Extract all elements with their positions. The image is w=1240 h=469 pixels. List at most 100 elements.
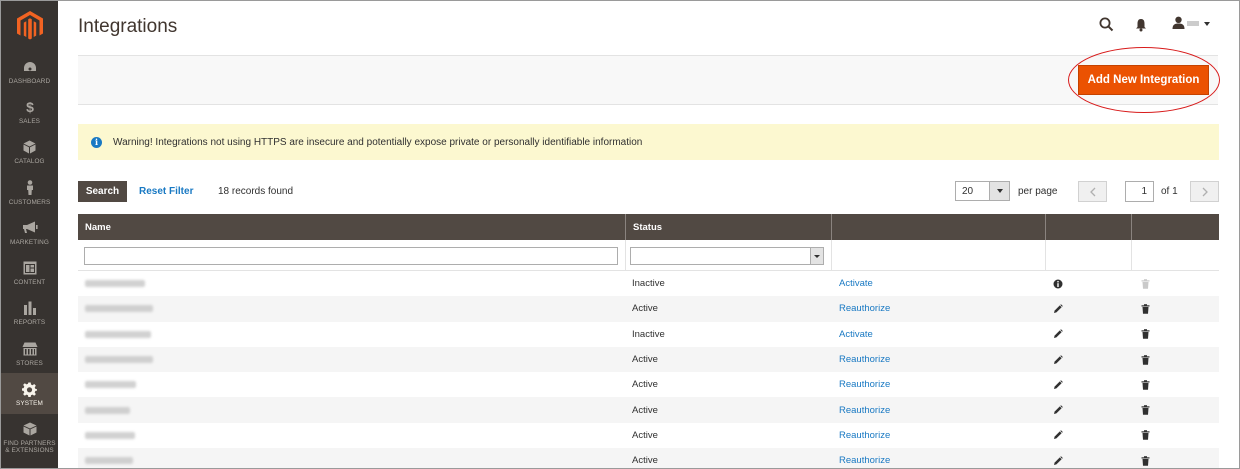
trash-icon[interactable] — [1141, 405, 1150, 415]
reauthorize-link[interactable]: Reauthorize — [839, 405, 890, 416]
per-page-select[interactable]: 20 — [955, 181, 1010, 201]
integration-name-cell — [78, 271, 626, 296]
integration-name-cell — [78, 448, 626, 469]
pencil-icon[interactable] — [1053, 329, 1063, 339]
bar-chart-icon — [23, 299, 37, 317]
activate-link[interactable]: Activate — [839, 329, 873, 340]
box-icon — [23, 420, 37, 438]
trash-icon[interactable] — [1141, 354, 1150, 365]
sidebar-item-label: CATALOG — [14, 158, 45, 166]
table-row[interactable]: Active Reauthorize — [78, 397, 1219, 423]
chevron-left-icon — [1089, 187, 1095, 196]
integration-name-redacted — [85, 406, 130, 414]
sidebar-item-customers[interactable]: CUSTOMERS — [1, 172, 58, 212]
integration-name-cell — [78, 397, 626, 422]
trash-icon[interactable] — [1141, 329, 1150, 340]
search-icon[interactable] — [1099, 17, 1114, 35]
integration-name-redacted — [85, 381, 136, 389]
grid-body: Inactive Activate Active Reauthorize Inactiv… — [78, 271, 1219, 469]
integration-name-redacted — [85, 280, 145, 288]
info-icon[interactable] — [1053, 279, 1063, 289]
trash-icon — [1141, 278, 1150, 289]
warning-text: Warning! Integrations not using HTTPS ar… — [113, 136, 643, 148]
person-icon — [25, 179, 35, 197]
integration-name-cell — [78, 322, 626, 347]
chevron-down-icon[interactable] — [810, 248, 823, 264]
page-actions-bar — [78, 55, 1218, 105]
trash-icon[interactable] — [1141, 455, 1150, 466]
trash-icon[interactable] — [1141, 430, 1150, 441]
integration-name-cell — [78, 296, 626, 321]
status-cell: Active — [632, 455, 658, 467]
grid-header-row: Name Status — [78, 214, 1219, 240]
pencil-icon[interactable] — [1053, 405, 1063, 415]
table-row[interactable]: Active Reauthorize — [78, 296, 1219, 322]
table-row[interactable]: Active Reauthorize — [78, 372, 1219, 398]
sidebar-item-label: FIND PARTNERS & EXTENSIONS — [3, 439, 56, 454]
status-cell: Active — [632, 404, 658, 416]
table-row[interactable]: Active Reauthorize — [78, 422, 1219, 449]
megaphone-icon — [22, 219, 38, 237]
pencil-icon[interactable] — [1053, 380, 1063, 390]
per-page-label: per page — [1018, 186, 1058, 197]
user-account-icon[interactable] — [1172, 16, 1185, 32]
magento-logo[interactable] — [1, 1, 58, 51]
sidebar-item-label: CONTENT — [13, 279, 46, 287]
search-button[interactable]: Search — [78, 181, 127, 202]
pencil-icon[interactable] — [1053, 455, 1063, 466]
sidebar-item-label: MARKETING — [10, 238, 49, 246]
reauthorize-link[interactable]: Reauthorize — [839, 379, 890, 390]
status-cell: Inactive — [632, 278, 665, 290]
sidebar-item-content[interactable]: CONTENT — [1, 252, 58, 292]
sidebar-item-catalog[interactable]: CATALOG — [1, 132, 58, 172]
layout-icon — [23, 259, 37, 277]
previous-page-button[interactable] — [1078, 181, 1107, 202]
page-number-input[interactable]: 1 — [1125, 181, 1154, 202]
sidebar-item-reports[interactable]: REPORTS — [1, 293, 58, 333]
reauthorize-link[interactable]: Reauthorize — [839, 455, 890, 466]
sidebar-item-marketing[interactable]: MARKETING — [1, 212, 58, 252]
pencil-icon[interactable] — [1053, 304, 1063, 314]
table-row[interactable]: Inactive Activate — [78, 321, 1219, 347]
reauthorize-link[interactable]: Reauthorize — [839, 354, 890, 365]
table-row[interactable]: Active Reauthorize — [78, 346, 1219, 373]
integration-name-redacted — [85, 457, 133, 465]
integrations-grid: Name Status Inactive Activate Active Reauth… — [78, 214, 1219, 469]
pencil-icon[interactable] — [1053, 354, 1063, 365]
store-icon — [22, 340, 38, 358]
chevron-down-icon[interactable] — [989, 182, 1009, 200]
pencil-icon[interactable] — [1053, 430, 1063, 440]
trash-icon[interactable] — [1141, 304, 1150, 314]
column-header-status[interactable]: Status — [626, 214, 832, 240]
column-header-edit — [1046, 214, 1132, 240]
reset-filter-link[interactable]: Reset Filter — [139, 186, 193, 197]
trash-icon[interactable] — [1141, 380, 1150, 390]
sidebar-item-system[interactable]: SYSTEM — [1, 373, 58, 414]
table-row[interactable]: Active Reauthorize — [78, 448, 1219, 469]
sidebar-item-stores[interactable]: STORES — [1, 333, 58, 373]
chevron-down-icon[interactable] — [1204, 22, 1210, 26]
name-filter-input[interactable] — [84, 247, 618, 265]
integration-name-redacted — [85, 431, 135, 439]
sidebar-item-find-partners-extensions[interactable]: FIND PARTNERS & EXTENSIONS — [1, 414, 58, 460]
sidebar-item-dashboard[interactable]: DASHBOARD — [1, 51, 58, 91]
activate-link[interactable]: Activate — [839, 278, 873, 289]
sidebar-item-label: STORES — [16, 359, 43, 367]
column-header-name[interactable]: Name — [78, 214, 626, 240]
svg-text:$: $ — [26, 100, 34, 114]
status-filter-select[interactable] — [630, 247, 824, 265]
reauthorize-link[interactable]: Reauthorize — [839, 430, 890, 441]
table-row[interactable]: Inactive Activate — [78, 271, 1219, 297]
next-page-button[interactable] — [1190, 181, 1219, 202]
chevron-right-icon — [1202, 187, 1208, 196]
notifications-bell-icon[interactable] — [1135, 18, 1147, 35]
add-new-integration-button[interactable]: Add New Integration — [1078, 65, 1209, 95]
sidebar-item-sales[interactable]: $ SALES — [1, 91, 58, 131]
reauthorize-link[interactable]: Reauthorize — [839, 303, 890, 314]
admin-sidebar: DASHBOARD $ SALES CATALOG CUSTOMERS MARKETING… — [1, 1, 58, 468]
cube-icon — [23, 138, 36, 156]
per-page-value: 20 — [962, 186, 974, 197]
user-name-redacted[interactable] — [1187, 21, 1199, 26]
column-header-activate — [832, 214, 1046, 240]
info-icon: i — [91, 136, 102, 148]
